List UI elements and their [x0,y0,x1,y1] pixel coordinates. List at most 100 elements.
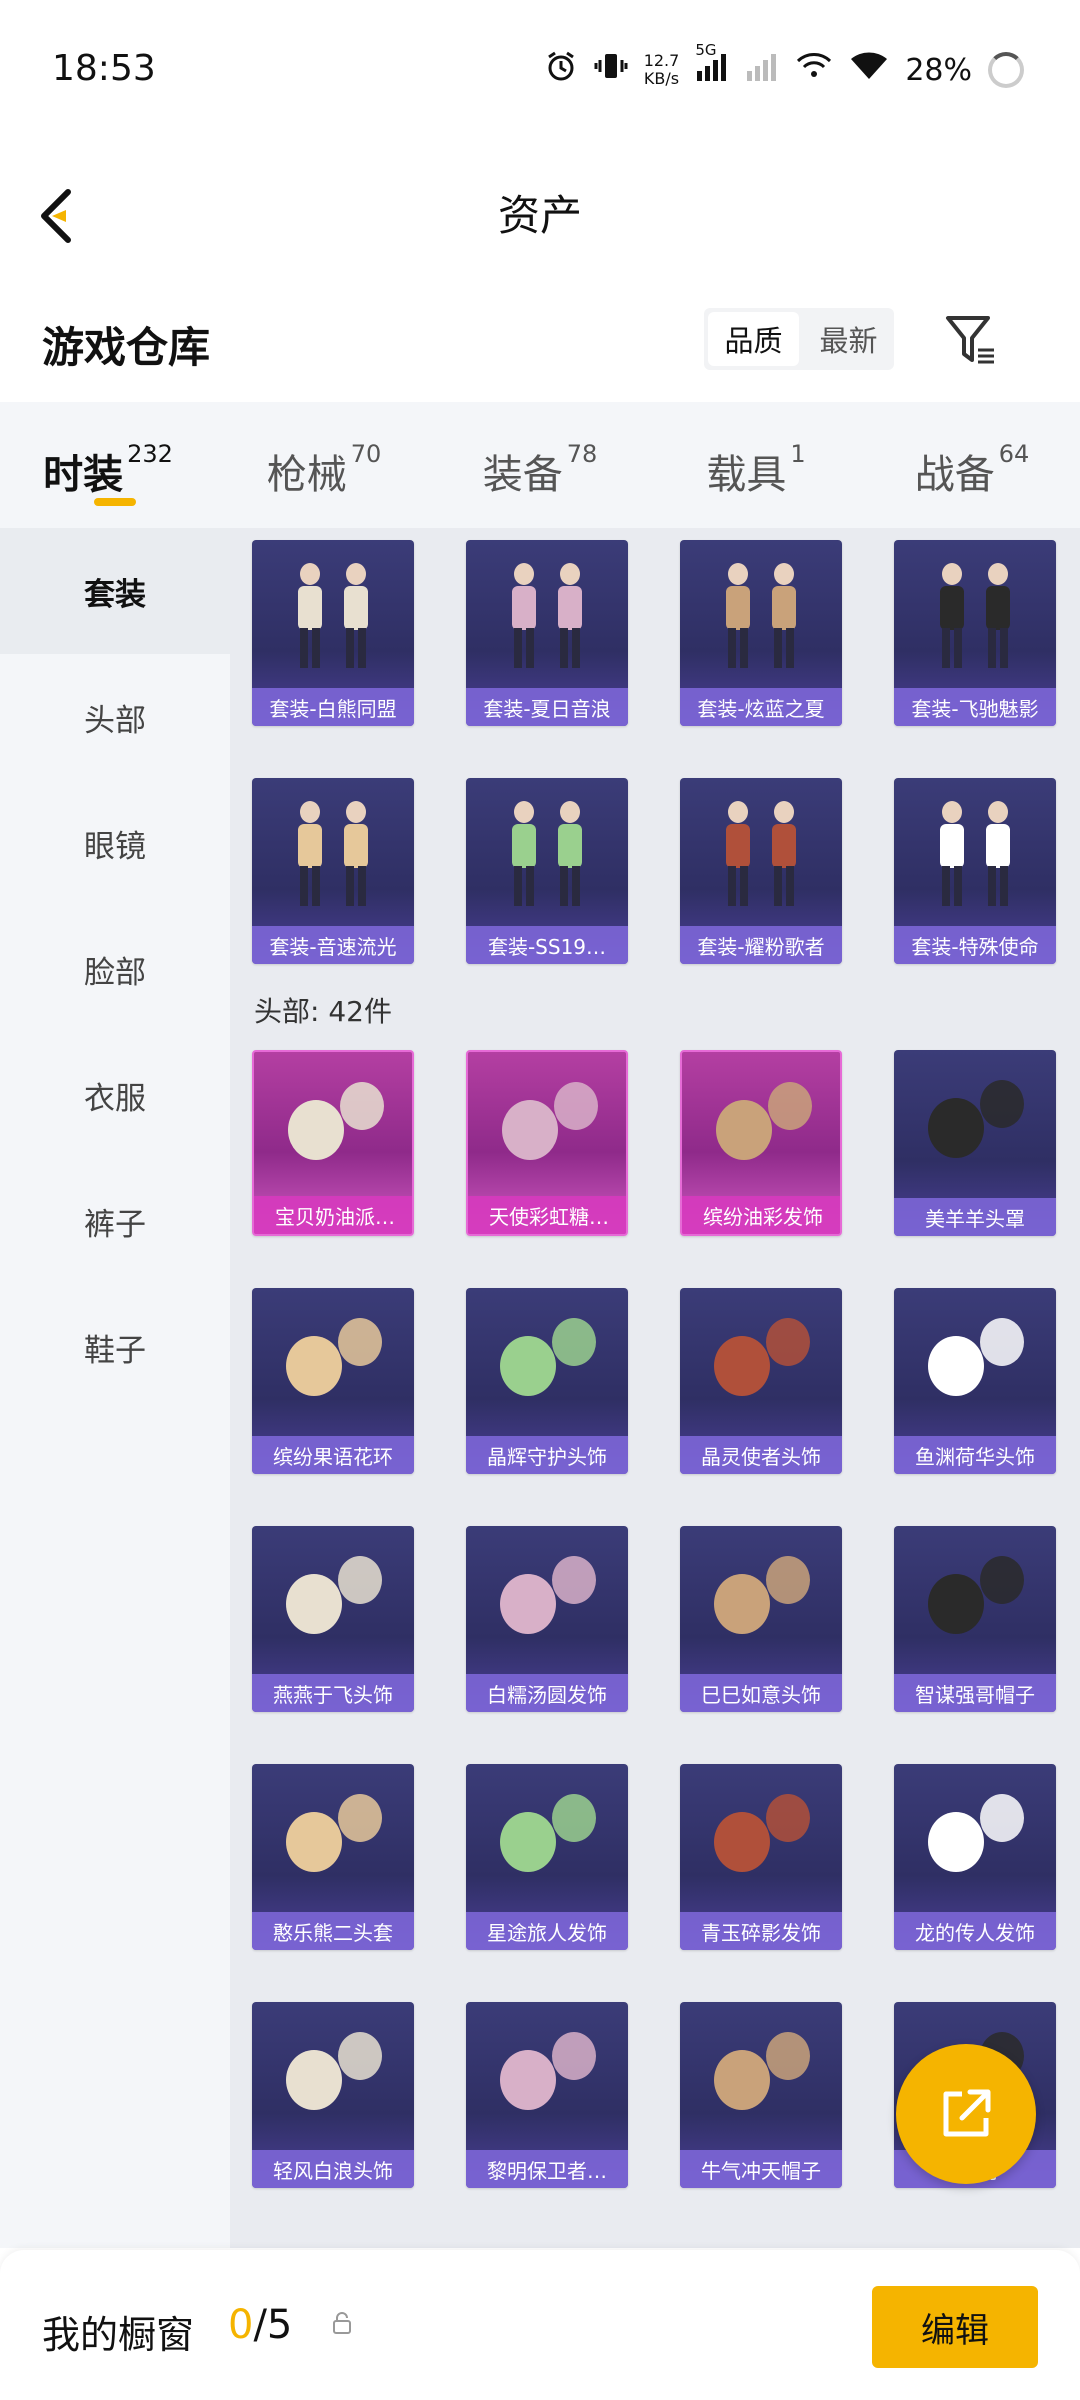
item-name: 套装-耀粉歌者 [680,926,842,964]
item-card[interactable]: 巳巳如意头饰 [680,1526,842,1712]
item-name: 智谋强哥帽子 [894,1674,1056,1712]
head-section-label: 头部: 42件 [254,995,392,1028]
item-card[interactable]: 黎明保卫者… [466,2002,628,2188]
item-card[interactable]: 宝贝奶油派… [252,1050,414,1236]
item-card[interactable]: 鱼渊荷华头饰 [894,1288,1056,1474]
item-name: 龙的传人发饰 [894,1912,1056,1950]
filter-icon [946,316,994,364]
sidebar-item-sets[interactable]: 套装 [0,528,230,654]
item-name: 美羊羊头罩 [894,1198,1056,1236]
sidebar-item-shoes[interactable]: 鞋子 [0,1284,230,1410]
item-name: 晶辉守护头饰 [466,1436,628,1474]
status-time: 18:53 [52,48,156,89]
sidebar-item-clothes[interactable]: 衣服 [0,1032,230,1158]
tab-vehicles[interactable]: 载具 1 [648,402,864,528]
sort-toggle: 品质 最新 [704,308,894,370]
item-name: 天使彩虹糖… [468,1196,626,1234]
warehouse-header: 游戏仓库 品质 最新 [0,290,1080,400]
item-card[interactable]: 憨乐熊二头套 [252,1764,414,1950]
signal-5g-icon: 5G [695,41,729,91]
item-card[interactable]: 套装-白熊同盟 [252,540,414,726]
filter-button[interactable] [944,312,998,368]
tab-guns[interactable]: 枪械 70 [216,402,432,528]
item-card[interactable]: 天使彩虹糖… [466,1050,628,1236]
share-button[interactable] [896,2044,1036,2184]
item-content: 套装-白熊同盟 套装-夏日音浪 套装-炫蓝之夏 套装-飞驰魅影套装-音速流光 套装-SS… [230,528,1080,2248]
share-icon [943,2089,991,2137]
battery-icon [988,52,1024,88]
item-card[interactable]: 美羊羊头罩 [894,1050,1056,1236]
item-card[interactable]: 牛气冲天帽子 [680,2002,842,2188]
item-card[interactable]: 套装-SS19… [466,778,628,964]
item-name: 鱼渊荷华头饰 [894,1436,1056,1474]
item-name: 套装-白熊同盟 [252,688,414,726]
item-card[interactable]: 轻风白浪头饰 [252,2002,414,2188]
item-card[interactable]: 青玉碎影发饰 [680,1764,842,1950]
wifi-icon [849,49,889,91]
active-tab-indicator [94,498,136,506]
item-card[interactable]: 燕燕于飞头饰 [252,1526,414,1712]
item-name: 青玉碎影发饰 [680,1912,842,1950]
category-tabs: 时装 232 枪械 70 装备 78 载具 1 战备 64 [0,402,1080,528]
item-card[interactable]: 白糯汤圆发饰 [466,1526,628,1712]
item-name: 星途旅人发饰 [466,1912,628,1950]
page-title: 资产 [497,191,582,240]
item-card[interactable]: 套装-音速流光 [252,778,414,964]
showcase-bar: 我的橱窗 0/5 编辑 [0,2250,1080,2400]
item-name: 憨乐熊二头套 [252,1912,414,1950]
battery-percent: 28% [905,52,972,88]
sets-grid: 套装-白熊同盟 套装-夏日音浪 套装-炫蓝之夏 套装-飞驰魅影套装-音速流光 套装-SS… [252,540,1072,964]
alarm-icon [544,49,578,91]
tab-supplies[interactable]: 战备 64 [864,402,1080,528]
sort-quality-option[interactable]: 品质 [708,312,799,366]
sidebar-item-head[interactable]: 头部 [0,654,230,780]
item-name: 套装-SS19… [466,926,628,964]
hotspot-icon [795,49,833,91]
item-name: 套装-飞驰魅影 [894,688,1056,726]
tab-equipment[interactable]: 装备 78 [432,402,648,528]
edit-button[interactable]: 编辑 [872,2286,1038,2368]
sort-newest-option[interactable]: 最新 [803,308,894,370]
item-card[interactable]: 套装-飞驰魅影 [894,540,1056,726]
item-name: 黎明保卫者… [466,2150,628,2188]
item-card[interactable]: 星途旅人发饰 [466,1764,628,1950]
item-card[interactable]: 缤纷油彩发饰 [680,1050,842,1236]
head-grid: 宝贝奶油派… 天使彩虹糖… 缤纷油彩发饰 美羊羊头罩缤纷果语花环 晶辉守护头饰 晶灵使者头… [252,1050,1072,2188]
item-name: 套装-特殊使命 [894,926,1056,964]
item-card[interactable]: 晶辉守护头饰 [466,1288,628,1474]
top-nav: 资产 [0,140,1080,290]
item-name: 宝贝奶油派… [254,1196,412,1234]
item-name: 白糯汤圆发饰 [466,1674,628,1712]
sidebar-item-pants[interactable]: 裤子 [0,1158,230,1284]
warehouse-title: 游戏仓库 [42,323,211,372]
item-name: 套装-炫蓝之夏 [680,688,842,726]
item-name: 轻风白浪头饰 [252,2150,414,2188]
item-name: 巳巳如意头饰 [680,1674,842,1712]
sidebar-item-face[interactable]: 脸部 [0,906,230,1032]
item-name: 缤纷油彩发饰 [682,1196,840,1234]
item-card[interactable]: 智谋强哥帽子 [894,1526,1056,1712]
item-name: 燕燕于飞头饰 [252,1674,414,1712]
item-card[interactable]: 龙的传人发饰 [894,1764,1056,1950]
item-card[interactable]: 缤纷果语花环 [252,1288,414,1474]
status-icons: 12.7 KB/s 5G 28% [544,41,1024,92]
item-card[interactable]: 套装-耀粉歌者 [680,778,842,964]
item-name: 套装-音速流光 [252,926,414,964]
item-name: 晶灵使者头饰 [680,1436,842,1474]
item-card[interactable]: 套装-特殊使命 [894,778,1056,964]
net-speed: 12.7 KB/s [643,51,680,88]
showcase-count: 0/5 [228,2302,293,2348]
signal-weak-icon [745,49,779,91]
item-card[interactable]: 套装-夏日音浪 [466,540,628,726]
item-name: 套装-夏日音浪 [466,688,628,726]
item-name: 牛气冲天帽子 [680,2150,842,2188]
lock-icon [333,2312,351,2334]
item-name: 缤纷果语花环 [252,1436,414,1474]
vibrate-icon [594,49,628,91]
sidebar-item-glasses[interactable]: 眼镜 [0,780,230,906]
item-card[interactable]: 晶灵使者头饰 [680,1288,842,1474]
showcase-label: 我的橱窗 [42,2313,195,2357]
item-card[interactable]: 套装-炫蓝之夏 [680,540,842,726]
sidebar: 套装 头部 眼镜 脸部 衣服 裤子 鞋子 [0,528,230,2248]
tab-fashion[interactable]: 时装 232 [0,402,216,528]
